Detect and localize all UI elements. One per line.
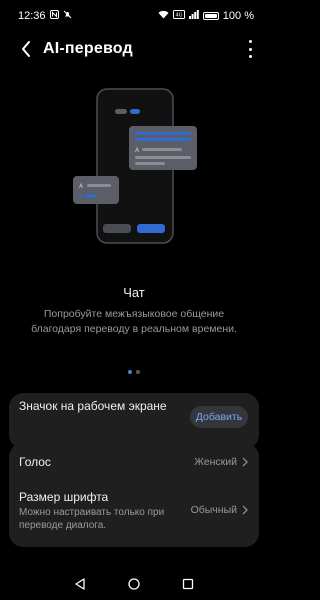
more-options-button[interactable] <box>246 40 254 58</box>
pager-dot-active <box>128 370 132 374</box>
font-size-sublabel: Можно настраивать только при переводе ди… <box>19 507 165 531</box>
nav-back-icon[interactable] <box>74 578 86 590</box>
back-button[interactable] <box>9 32 43 66</box>
add-shortcut-button[interactable]: Добавить <box>190 406 248 428</box>
signal-icon <box>188 10 199 22</box>
feature-description: Попробуйте межъязыковое общение благодар… <box>31 308 237 335</box>
pager-indicator <box>0 370 268 374</box>
page-title: AI-перевод <box>43 40 133 57</box>
more-dot-icon <box>248 47 252 51</box>
nav-home-icon[interactable] <box>128 578 140 590</box>
more-dot-icon <box>248 40 252 43</box>
more-dot-icon <box>248 55 252 58</box>
back-arrow-icon <box>22 41 30 57</box>
nfc-icon <box>49 10 59 22</box>
status-bar: 12:36 4G 100 % <box>0 0 268 32</box>
battery-percent: 100 % <box>222 10 254 22</box>
mute-icon <box>63 10 72 22</box>
voice-value: Женский <box>194 456 237 468</box>
nav-recents-icon[interactable] <box>182 578 194 590</box>
volte-icon: 4G <box>172 10 185 22</box>
font-size-value: Обычный <box>190 504 237 516</box>
battery-icon <box>202 12 219 20</box>
settings-card: Голос Женский Размер шрифта Можно настра… <box>9 443 259 547</box>
wifi-icon <box>158 10 169 22</box>
feature-title: Чат <box>123 285 145 300</box>
system-nav-bar <box>0 568 268 600</box>
pager-dot <box>136 370 140 374</box>
app-bar: AI-перевод <box>0 32 268 66</box>
home-shortcut-label: Значок на рабочем экране <box>19 399 167 413</box>
svg-text:4G: 4G <box>175 13 182 19</box>
status-time: 12:36 <box>18 10 46 22</box>
voice-label: Голос <box>19 455 51 469</box>
chat-illustration: A A <box>70 86 200 246</box>
chevron-right-icon <box>242 457 248 467</box>
font-size-label: Размер шрифта <box>19 490 109 504</box>
voice-setting-row[interactable]: Голос Женский <box>9 443 259 483</box>
chevron-right-icon <box>242 505 248 515</box>
font-size-setting-row[interactable]: Размер шрифта Можно настраивать только п… <box>9 483 259 547</box>
home-shortcut-card: Значок на рабочем экране Добавить <box>9 393 259 449</box>
